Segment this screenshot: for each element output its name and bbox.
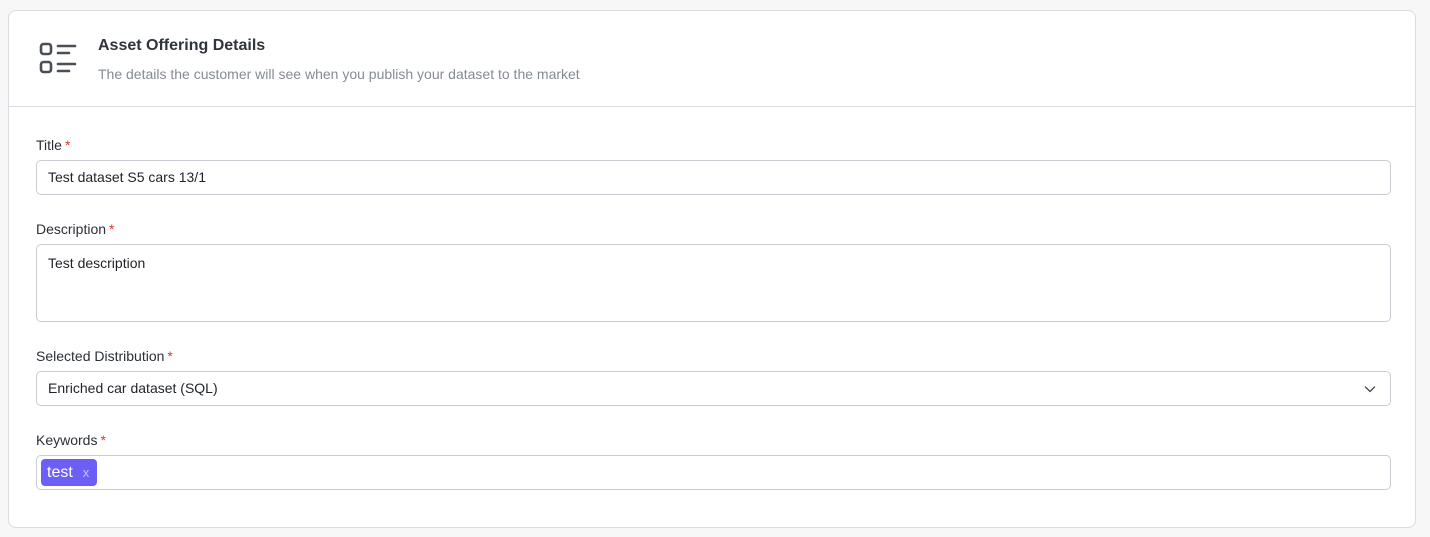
description-label-text: Description [36, 221, 107, 237]
title-input[interactable]: Test dataset S5 cars 13/1 [36, 160, 1391, 195]
required-marker: * [167, 348, 173, 364]
card-header: Asset Offering Details The details the c… [9, 11, 1415, 107]
distribution-label: Selected Distribution * [36, 348, 173, 364]
title-input-value: Test dataset S5 cars 13/1 [48, 169, 206, 185]
description-label: Description * [36, 221, 114, 237]
remove-tag-icon[interactable]: x [83, 459, 90, 486]
asset-offering-card: Asset Offering Details The details the c… [8, 10, 1416, 528]
description-textarea[interactable]: Test description [36, 244, 1391, 322]
keyword-tag-label: test [47, 464, 73, 481]
required-marker: * [100, 432, 106, 448]
required-marker: * [109, 221, 115, 237]
keywords-input[interactable]: test x [36, 455, 1391, 490]
chevron-down-icon[interactable] [1364, 383, 1376, 395]
keywords-label: Keywords * [36, 432, 106, 448]
section-subtitle: The details the customer will see when y… [98, 66, 580, 82]
description-textarea-value: Test description [48, 255, 146, 271]
keyword-tag: test x [41, 459, 98, 486]
distribution-label-text: Selected Distribution [36, 348, 165, 364]
required-marker: * [64, 137, 71, 153]
keywords-label-text: Keywords [36, 432, 98, 448]
title-label-text: Title [36, 137, 62, 153]
section-title: Asset Offering Details [98, 37, 266, 54]
title-label: Title * [36, 137, 70, 153]
distribution-select[interactable]: Enriched car dataset (SQL) [36, 371, 1391, 406]
distribution-select-value: Enriched car dataset (SQL) [48, 380, 218, 396]
list-details-icon [39, 42, 77, 74]
